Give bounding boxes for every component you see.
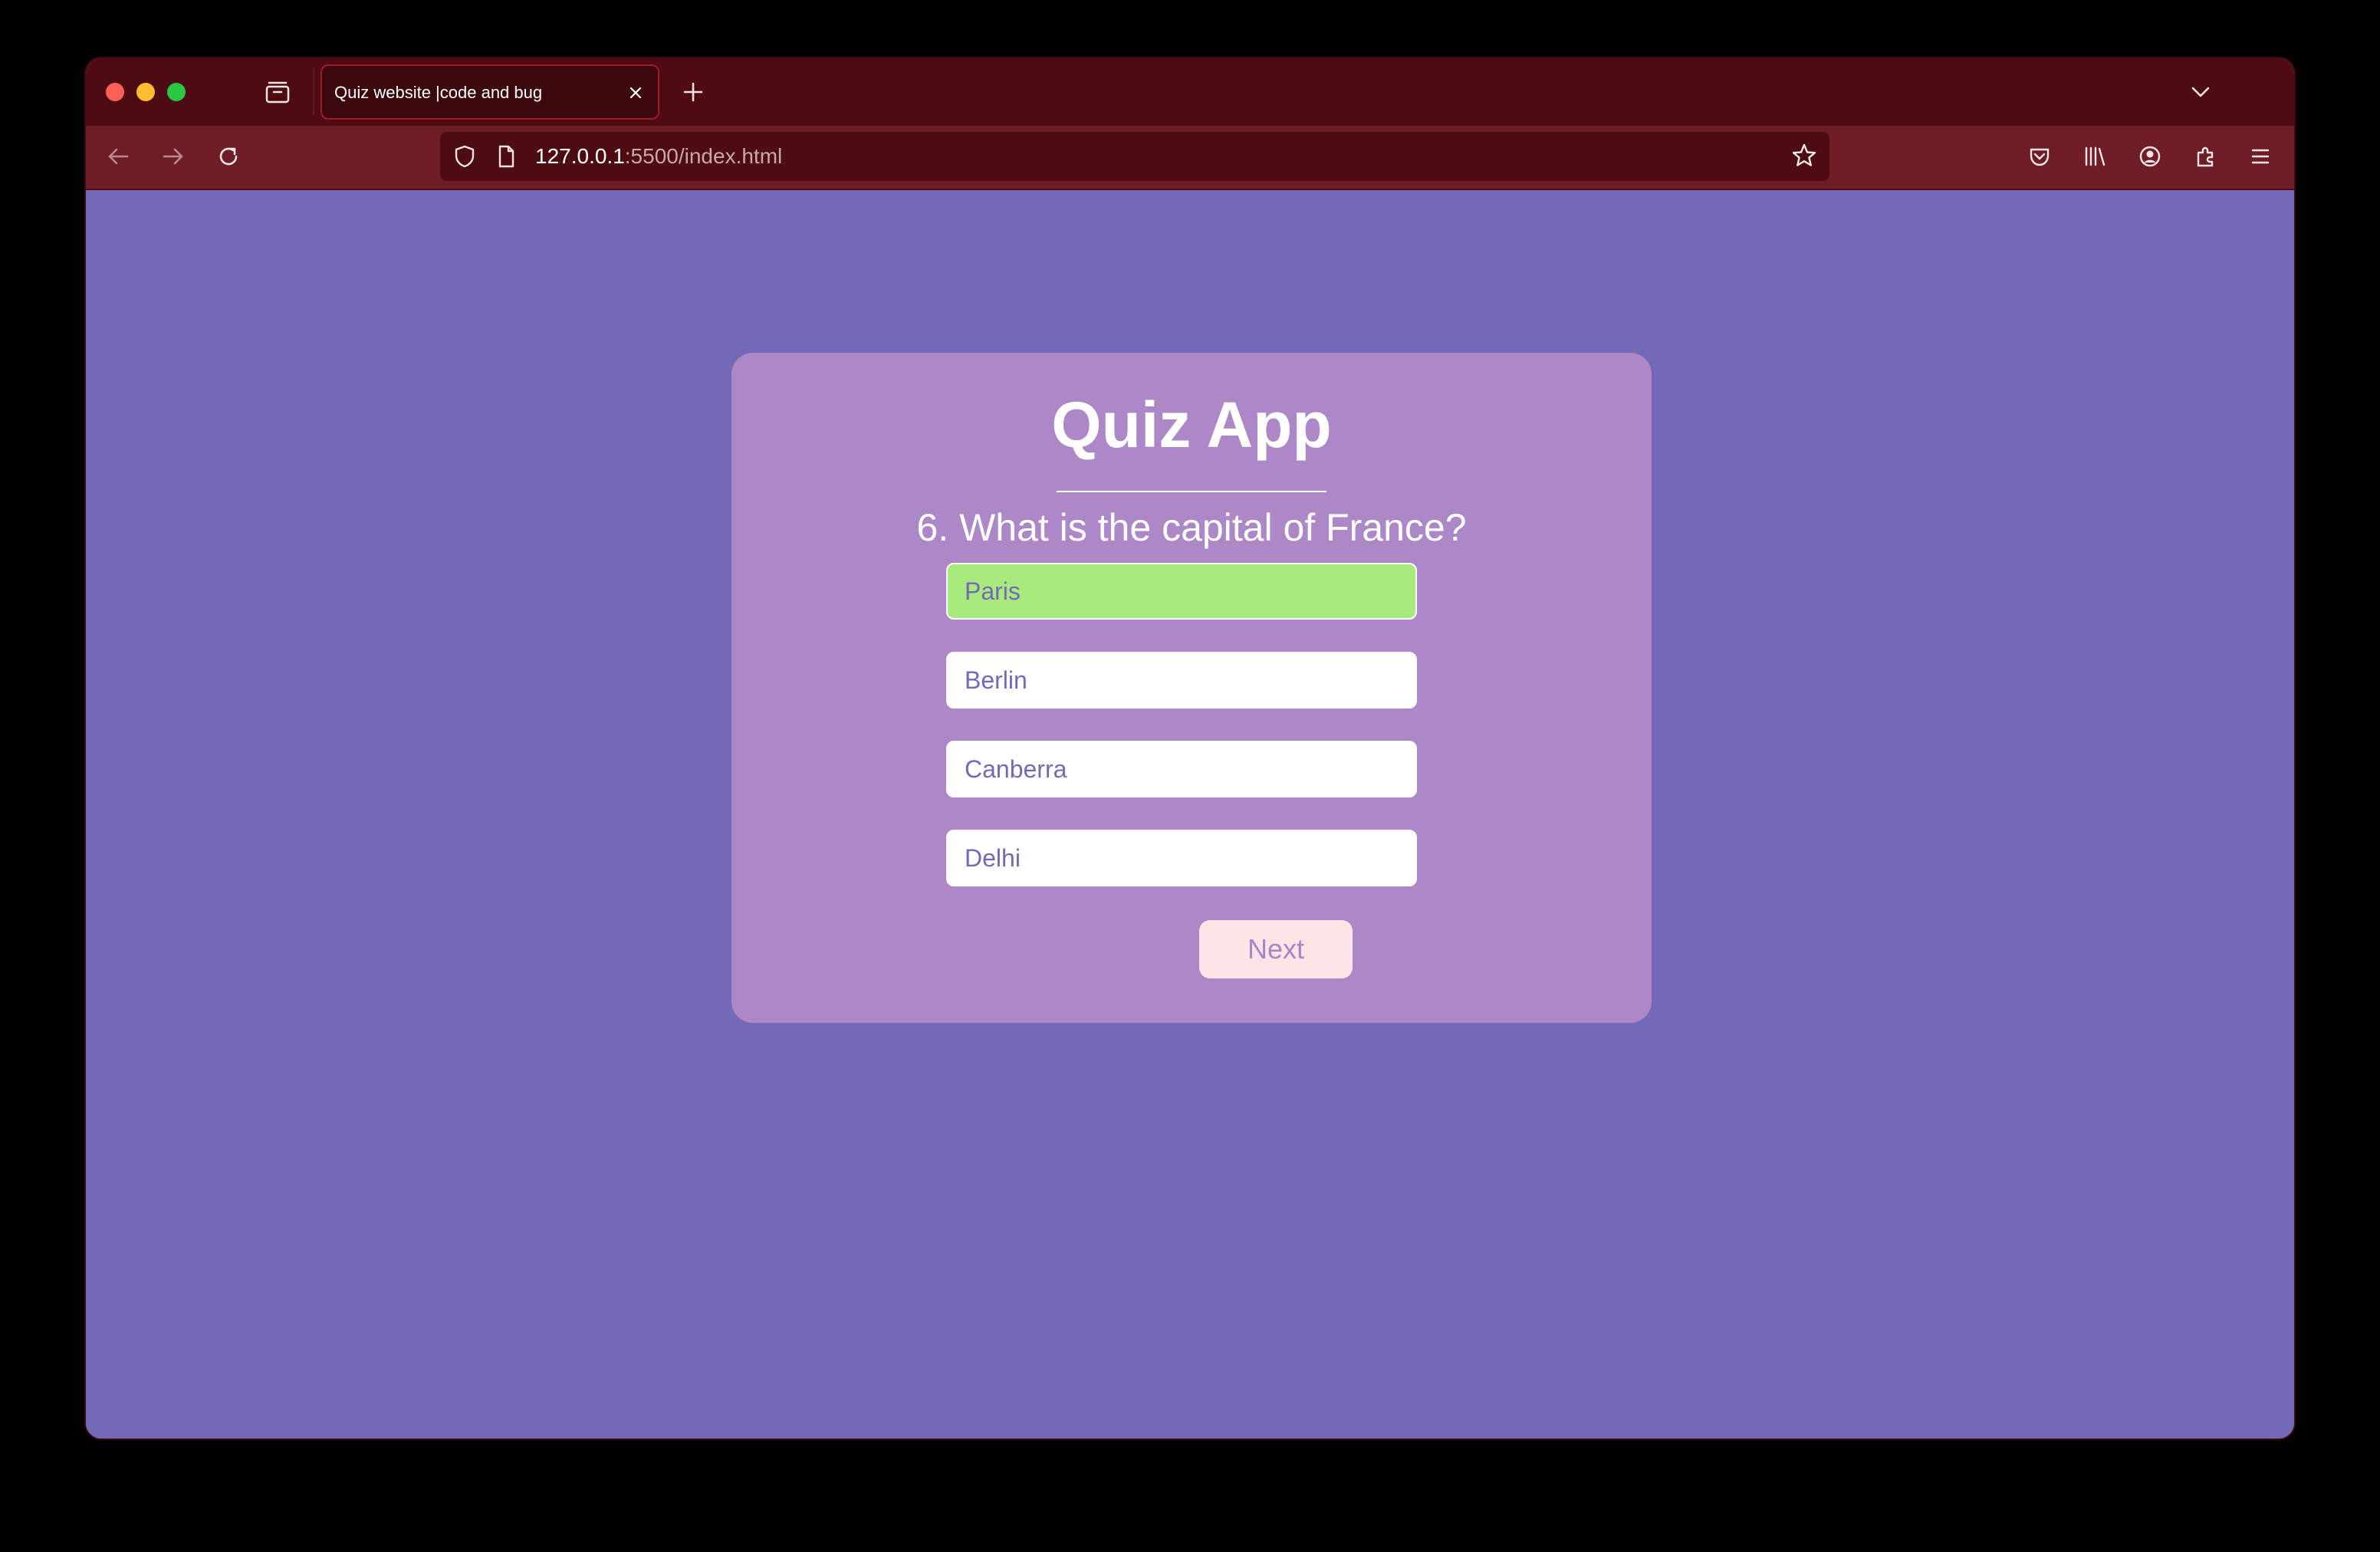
forward-arrow-icon[interactable]: [159, 143, 187, 170]
new-tab-plus-icon[interactable]: [679, 78, 707, 106]
quiz-card: Quiz App 6. What is the capital of Franc…: [731, 353, 1652, 1023]
browser-window: Quiz website |code and bug 127.0.0.1:550…: [86, 58, 2294, 1439]
tab-separator: [313, 67, 314, 115]
account-icon[interactable]: [2136, 143, 2164, 170]
zoom-window-icon[interactable]: [167, 83, 186, 101]
bookmark-star-icon[interactable]: [1790, 141, 1819, 170]
url-path: :5500/index.html: [624, 144, 783, 168]
tab-bar: Quiz website |code and bug: [86, 58, 2294, 126]
library-icon[interactable]: [2081, 143, 2109, 170]
extensions-icon[interactable]: [2191, 143, 2219, 170]
url-host: 127.0.0.1: [535, 144, 625, 168]
close-window-icon[interactable]: [106, 83, 124, 101]
pocket-icon[interactable]: [2026, 143, 2053, 170]
active-tab[interactable]: Quiz website |code and bug: [321, 64, 659, 120]
page-icon[interactable]: [492, 143, 520, 170]
navigation-toolbar: 127.0.0.1:5500/index.html: [86, 126, 2294, 190]
answer-button-paris[interactable]: Paris: [946, 563, 1417, 620]
title-divider: [1057, 491, 1326, 492]
quiz-title: Quiz App: [1051, 389, 1332, 461]
close-tab-icon[interactable]: [626, 83, 646, 103]
reload-icon[interactable]: [215, 143, 242, 170]
page-content: Quiz App 6. What is the capital of Franc…: [86, 190, 2294, 1439]
chevron-down-icon[interactable]: [2188, 80, 2213, 104]
menu-icon[interactable]: [2247, 143, 2274, 170]
address-bar[interactable]: 127.0.0.1:5500/index.html: [440, 132, 1829, 181]
next-button[interactable]: Next: [1199, 920, 1353, 978]
url-text[interactable]: 127.0.0.1:5500/index.html: [535, 144, 782, 169]
shield-icon[interactable]: [451, 143, 478, 170]
answer-button-delhi[interactable]: Delhi: [946, 830, 1417, 886]
tab-manager-icon[interactable]: [262, 77, 293, 107]
answer-button-berlin[interactable]: Berlin: [946, 652, 1417, 709]
back-arrow-icon[interactable]: [104, 143, 132, 170]
minimize-window-icon[interactable]: [136, 83, 155, 101]
tab-title: Quiz website |code and bug: [334, 83, 543, 102]
answer-button-canberra[interactable]: Canberra: [946, 741, 1417, 797]
question-text: 6. What is the capital of France?: [916, 506, 1467, 549]
